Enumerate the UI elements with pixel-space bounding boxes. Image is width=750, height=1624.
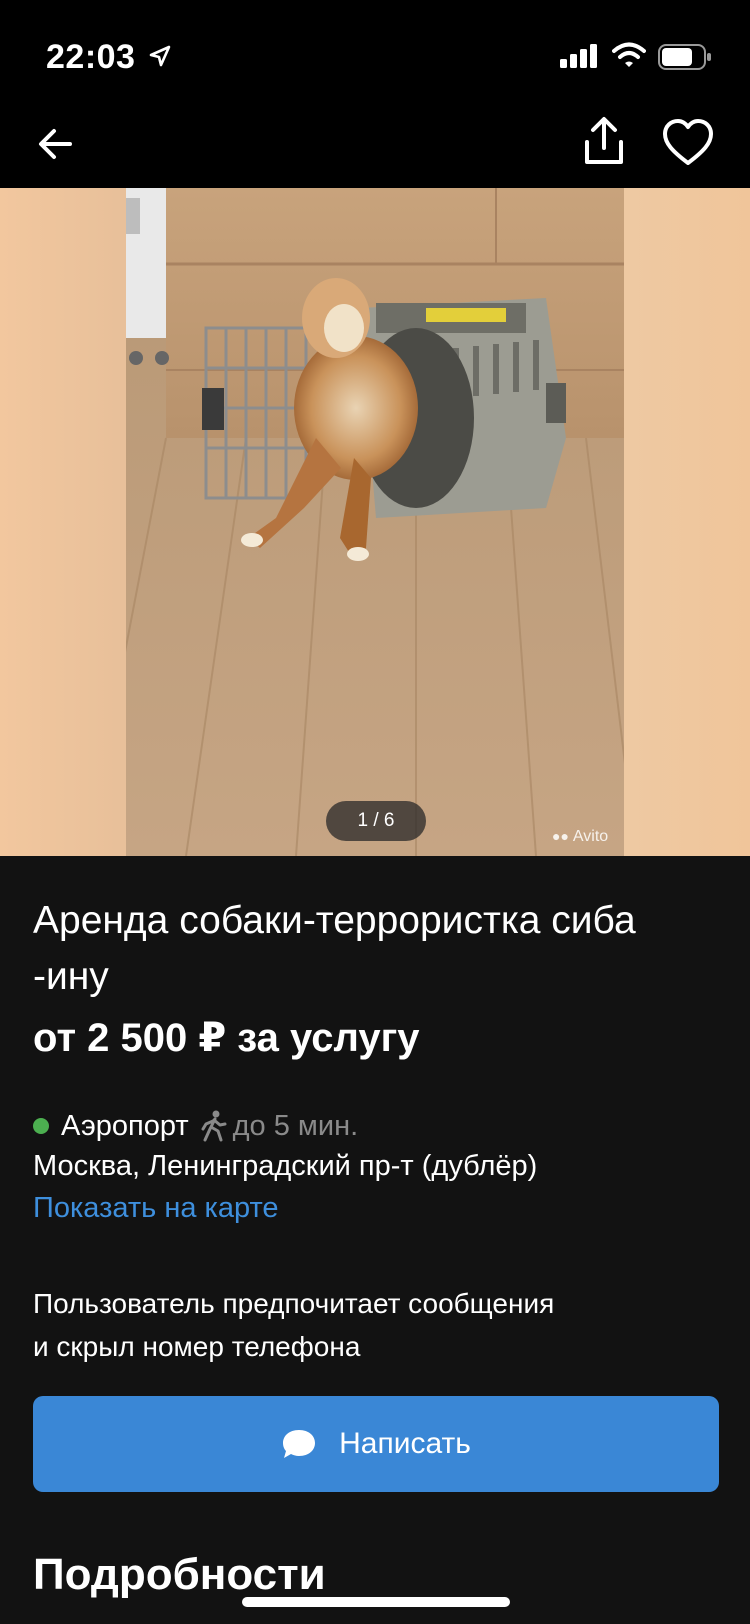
listing-title: Аренда собаки-террористка сиба -ину [33,893,723,1005]
battery-icon [658,44,711,70]
listing-title-line1: Аренда собаки-террористка сиба [33,899,636,942]
cellular-signal-icon [560,44,597,68]
write-message-button[interactable]: Написать [33,1396,719,1492]
show-on-map-link[interactable]: Показать на карте [33,1192,279,1225]
metro-walk-time: до 5 мин. [232,1109,359,1142]
status-bar: 22:03 [0,0,750,100]
walking-icon [201,1110,227,1142]
photo-counter: 1 / 6 [326,801,426,841]
write-button-label: Написать [339,1427,471,1460]
heart-icon[interactable] [660,116,716,170]
home-indicator [242,1597,510,1607]
listing-photo[interactable] [126,188,624,856]
chat-bubble-icon [283,1430,316,1458]
metro-info: Аэропорт до 5 мин. [33,1106,358,1146]
share-icon[interactable] [578,114,630,170]
back-arrow-icon[interactable] [30,118,82,170]
metro-station: Аэропорт [61,1109,189,1142]
metro-line-dot [33,1118,49,1134]
notice-line2: и скрыл номер телефона [33,1331,361,1362]
status-time: 22:03 [46,38,136,76]
listing-title-line2: -ину [33,955,109,998]
avito-watermark: ●● Avito [552,828,608,846]
location-arrow-icon [149,45,171,67]
top-nav-bar [0,100,750,188]
watermark-text: Avito [572,828,609,845]
listing-address: Москва, Ленинградский пр-т (дублёр) [33,1150,538,1182]
photo-gallery[interactable]: 1 / 6 ●● Avito [0,188,750,856]
details-heading: Подробности [33,1550,326,1599]
contact-preference-notice: Пользователь предпочитает сообщения и ск… [33,1282,713,1368]
listing-price: от 2 500 ₽ за услугу [33,1016,420,1060]
notice-line1: Пользователь предпочитает сообщения [33,1288,555,1319]
wifi-icon [612,42,646,67]
avito-logo-icon: ●● [552,828,569,844]
